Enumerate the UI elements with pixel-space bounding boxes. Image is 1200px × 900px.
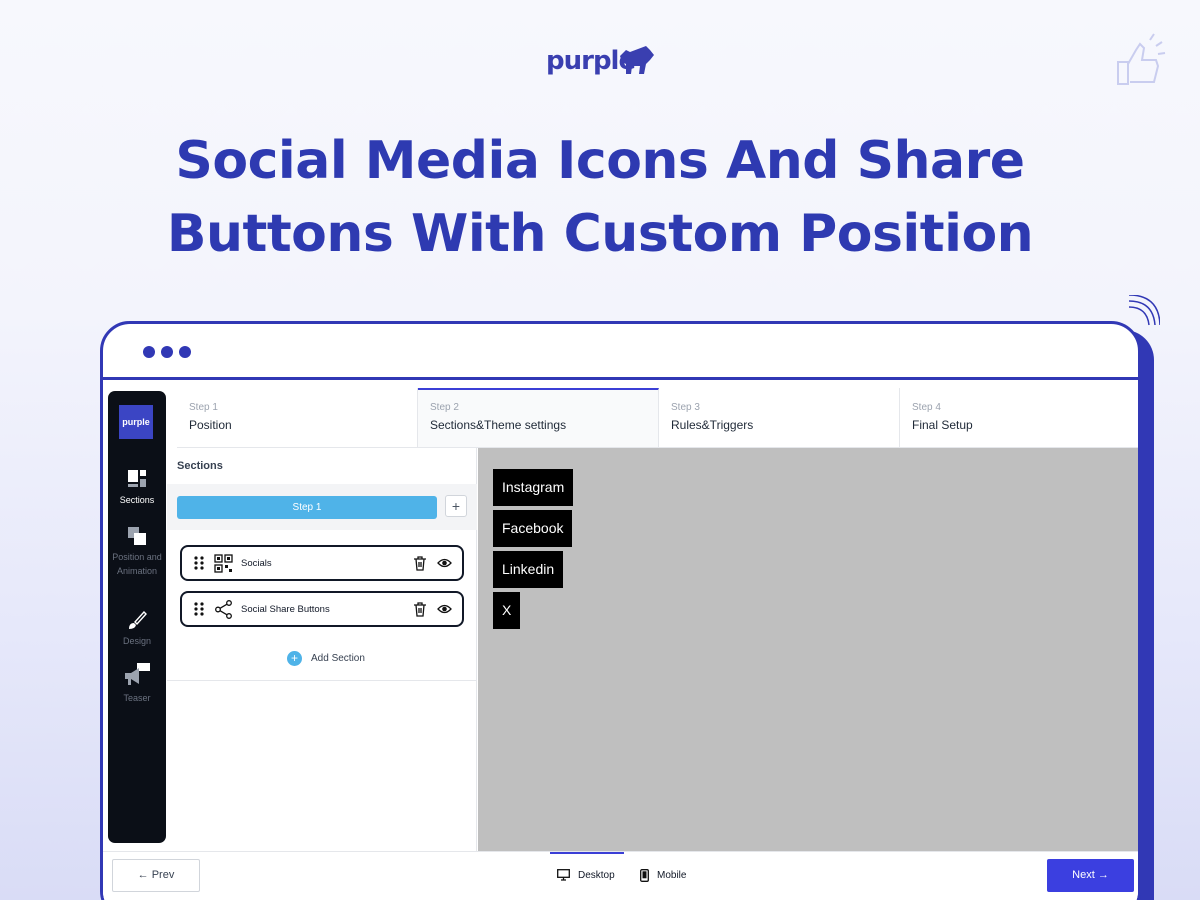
step-number: Step 3 xyxy=(671,402,700,413)
panel-divider xyxy=(167,680,477,681)
step-tab-2[interactable]: Step 2 Sections&Theme settings xyxy=(418,388,659,447)
sidebar-item-label: Design xyxy=(122,636,151,646)
eye-icon[interactable] xyxy=(437,558,452,568)
sidebar-item-label: Sections xyxy=(119,495,155,505)
step-tab-4[interactable]: Step 4 Final Setup xyxy=(900,388,1138,447)
x-button[interactable]: X xyxy=(493,592,521,629)
share-icon xyxy=(215,599,232,619)
brush-icon xyxy=(129,610,147,629)
step-name: Sections&Theme settings xyxy=(430,418,567,432)
headline: Social Media Icons And Share Buttons Wit… xyxy=(0,125,1200,271)
preview-canvas: Instagram Facebook Linkedin X xyxy=(478,448,1138,851)
panel-title: Sections xyxy=(177,460,223,472)
sidebar-rail: purple Sections Position and Animation D… xyxy=(108,391,166,843)
active-device-indicator xyxy=(550,852,624,854)
step-pill-button[interactable]: Step 1 xyxy=(177,496,437,519)
step-number: Step 2 xyxy=(430,402,459,413)
megaphone-icon xyxy=(125,663,150,685)
trash-icon[interactable] xyxy=(413,601,427,617)
step-name: Rules&Triggers xyxy=(671,418,754,432)
next-button[interactable]: Next → xyxy=(1047,859,1134,892)
headline-line-2: Buttons With Custom Position xyxy=(166,204,1034,264)
mobile-toggle[interactable]: Mobile xyxy=(640,869,686,882)
section-label: Social Share Buttons xyxy=(241,603,330,615)
section-item-share-buttons[interactable]: Social Share Buttons xyxy=(180,591,464,627)
sections-icon xyxy=(128,470,146,487)
qr-code-icon xyxy=(214,553,233,573)
sidebar-item-label: Teaser xyxy=(123,693,151,703)
desktop-toggle[interactable]: Desktop xyxy=(557,869,615,881)
section-item-socials[interactable]: Socials xyxy=(180,545,464,581)
sidebar-item-label: Position and Animation xyxy=(112,552,162,576)
thumbs-up-deco-icon xyxy=(1117,33,1166,85)
sidebar-item-teaser[interactable]: Teaser xyxy=(108,663,166,705)
window-dots xyxy=(143,346,191,358)
phone-icon xyxy=(640,869,649,882)
step-number: Step 1 xyxy=(189,402,218,413)
sections-panel: Sections Step 1 + Socials Social Share B… xyxy=(167,448,477,851)
sidebar-item-position[interactable]: Position and Animation xyxy=(108,526,166,578)
headline-line-1: Social Media Icons And Share xyxy=(175,131,1025,191)
trash-icon[interactable] xyxy=(413,555,427,571)
monitor-icon xyxy=(557,869,570,881)
brand-logo: purple xyxy=(546,40,658,82)
step-name: Position xyxy=(189,418,232,432)
drag-handle-icon[interactable] xyxy=(194,602,204,616)
browser-window: purple Sections Position and Animation D… xyxy=(100,321,1141,900)
prev-button[interactable]: ← Prev xyxy=(112,859,200,892)
step-tab-1[interactable]: Step 1 Position xyxy=(177,388,418,447)
instagram-button[interactable]: Instagram xyxy=(493,469,574,506)
app: purple Sections Position and Animation D… xyxy=(103,383,1138,900)
bottom-bar: ← Prev Desktop Mobile Next → xyxy=(103,851,1138,900)
mobile-label: Mobile xyxy=(657,870,687,881)
plus-circle-icon: + xyxy=(287,651,302,666)
step-tab-3[interactable]: Step 3 Rules&Triggers xyxy=(659,388,900,447)
step-number: Step 4 xyxy=(912,402,941,413)
add-section-label: Add Section xyxy=(311,653,365,664)
window-titlebar xyxy=(103,324,1138,380)
add-step-button[interactable]: + xyxy=(445,495,467,517)
step-row: Step 1 + xyxy=(167,484,477,530)
sidebar-logo: purple xyxy=(119,405,153,439)
bear-icon xyxy=(620,46,654,74)
desktop-label: Desktop xyxy=(578,869,615,881)
sidebar-item-design[interactable]: Design xyxy=(108,610,166,648)
linkedin-button[interactable]: Linkedin xyxy=(493,551,564,588)
position-icon xyxy=(128,527,146,545)
add-section-button[interactable]: + Add Section xyxy=(287,651,365,666)
drag-handle-icon[interactable] xyxy=(194,556,204,570)
steps-header: Step 1 Position Step 2 Sections&Theme se… xyxy=(177,388,1138,448)
step-name: Final Setup xyxy=(912,418,973,432)
facebook-button[interactable]: Facebook xyxy=(493,510,573,547)
eye-icon[interactable] xyxy=(437,604,452,614)
section-label: Socials xyxy=(241,557,272,569)
sidebar-item-sections[interactable]: Sections xyxy=(108,469,166,507)
